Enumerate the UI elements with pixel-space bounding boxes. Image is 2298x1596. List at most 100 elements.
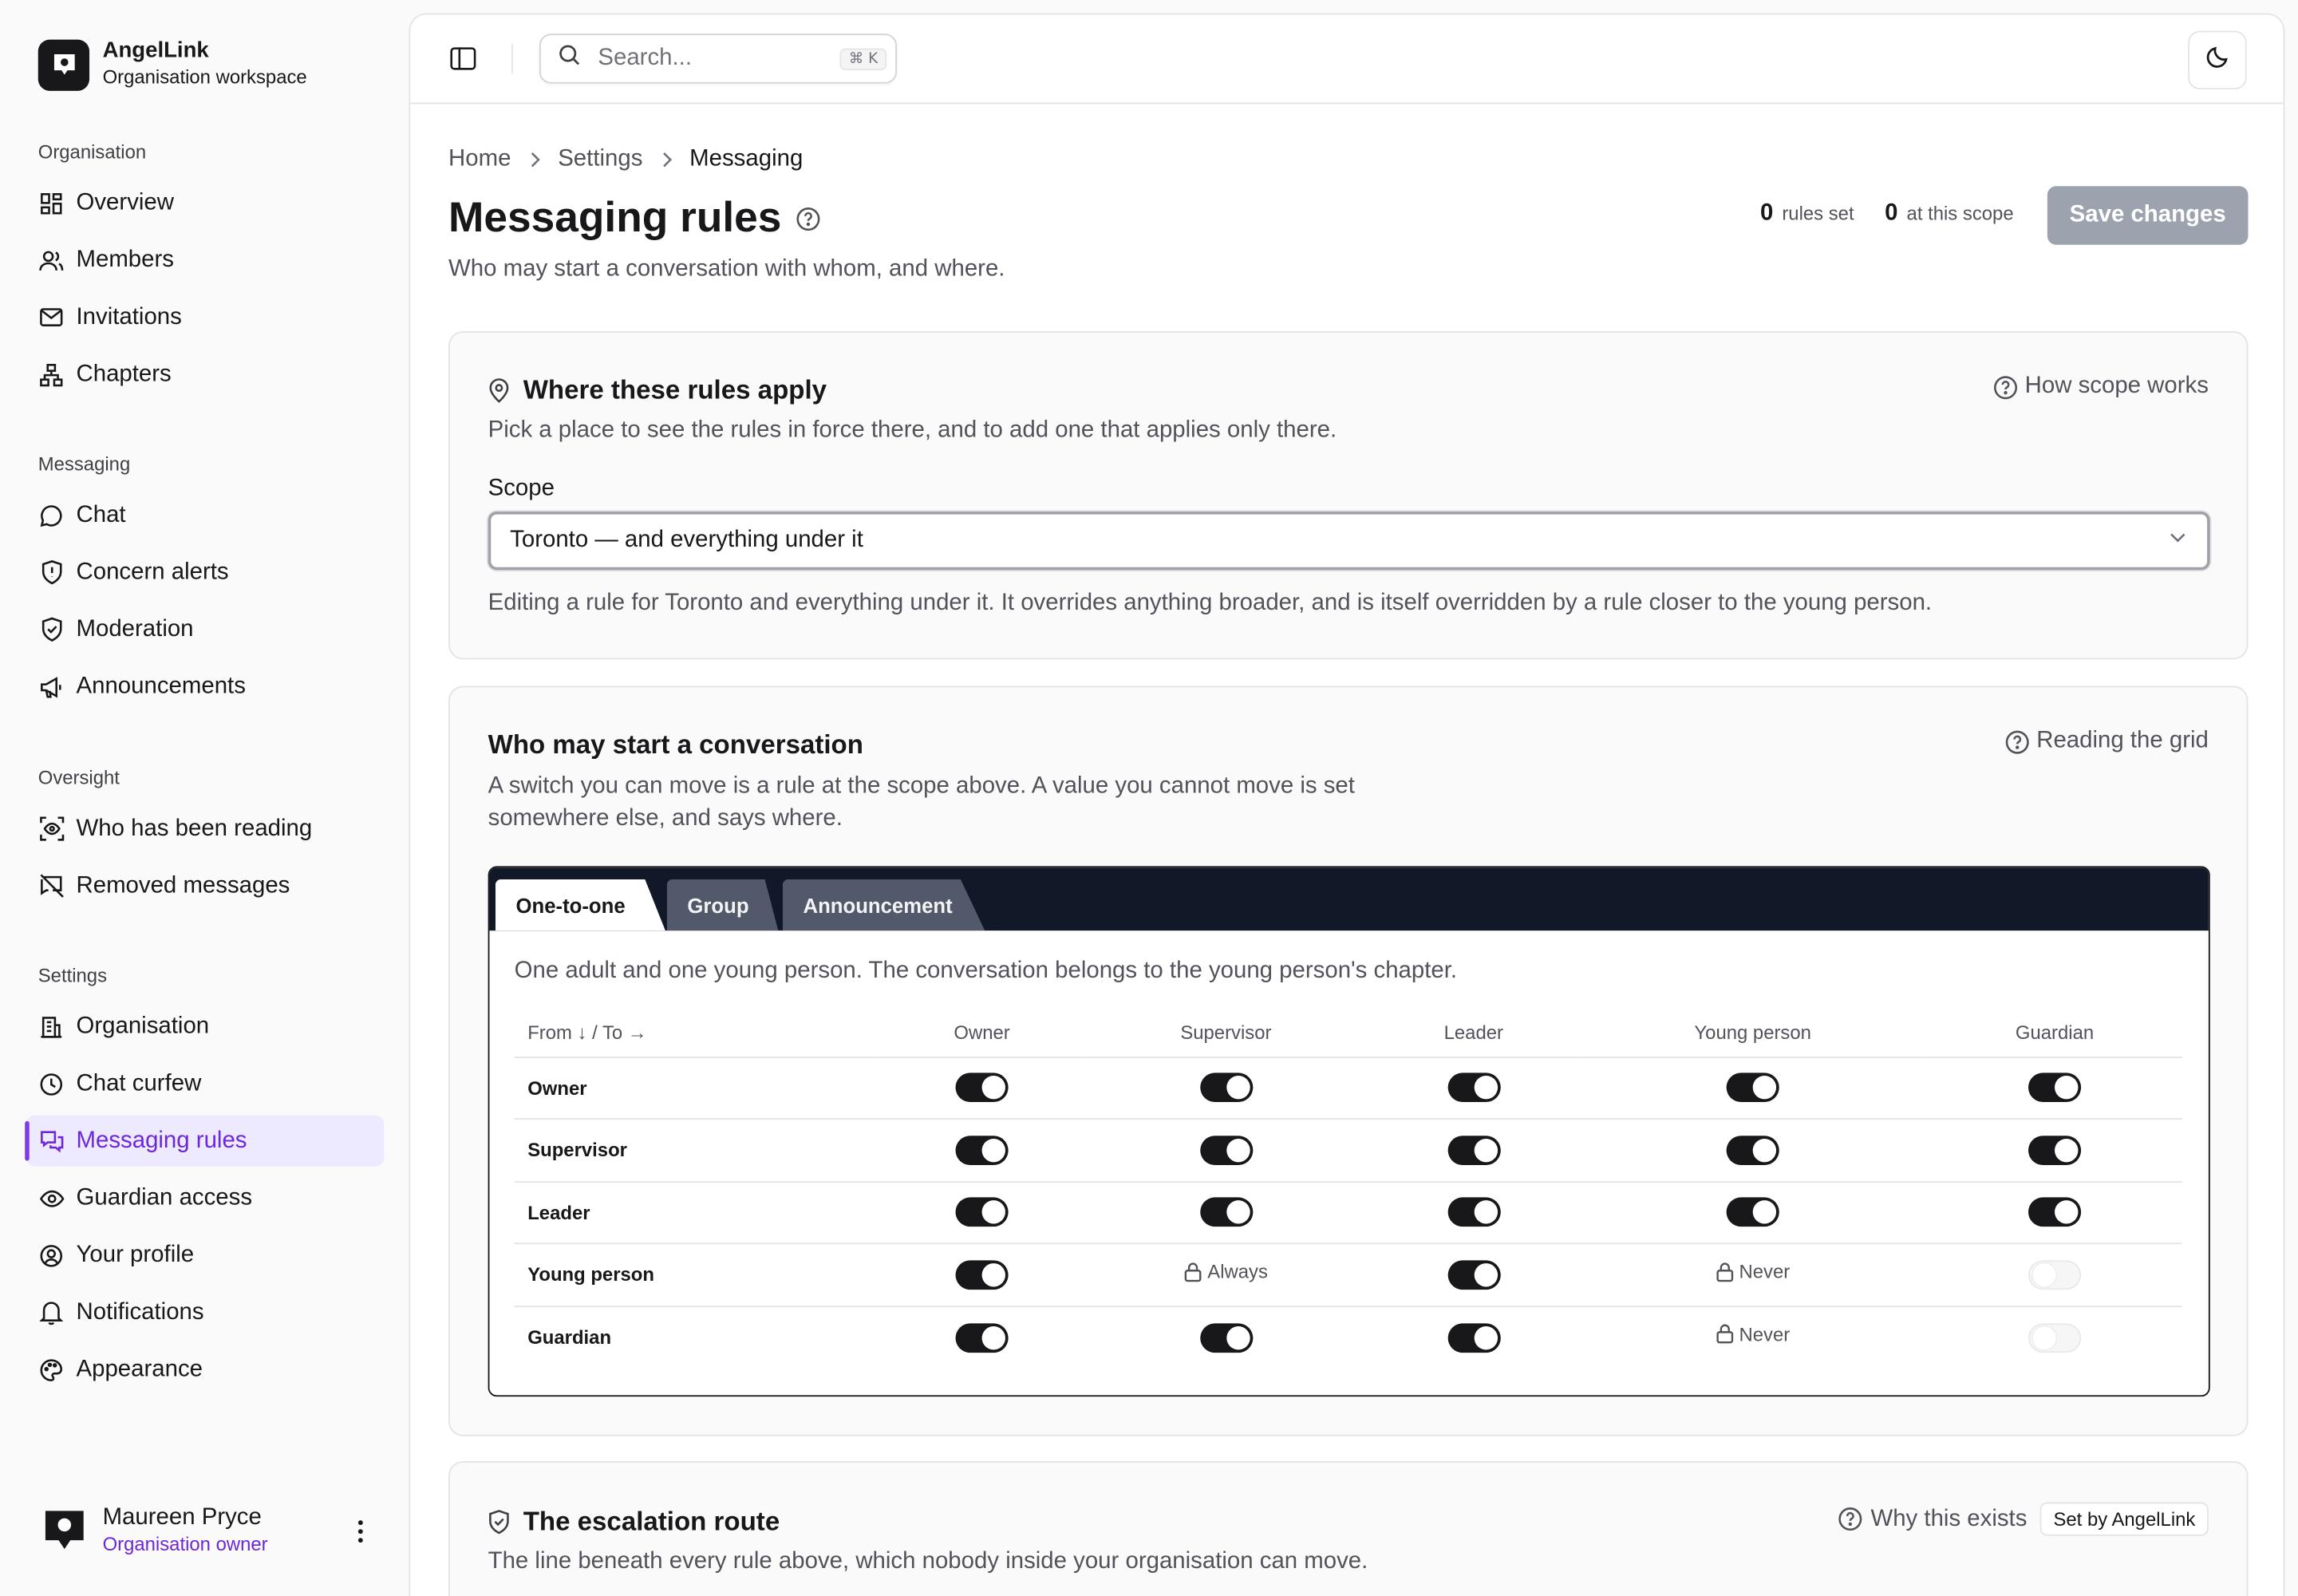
sidebar-item-notifications[interactable]: Notifications: [26, 1286, 384, 1337]
sidebar-item-who-has-been-reading[interactable]: Who has been reading: [26, 803, 384, 854]
locked-value-text: Never: [1739, 1322, 1791, 1345]
toggle-switch-on[interactable]: [955, 1135, 1009, 1165]
sidebar-item-removed-messages[interactable]: Removed messages: [26, 860, 384, 911]
locked-value: Never: [1716, 1260, 1790, 1282]
grid-row: Guardian Never: [515, 1306, 2182, 1368]
toggle-switch-on[interactable]: [1447, 1135, 1500, 1165]
toggle-switch-on[interactable]: [1726, 1073, 1779, 1103]
sidebar-item-organisation[interactable]: Organisation: [26, 1001, 384, 1052]
save-changes-button[interactable]: Save changes: [2047, 186, 2249, 245]
sidebar-item-chat[interactable]: Chat: [26, 489, 384, 540]
brand-name: AngelLink: [102, 38, 209, 63]
reading-the-grid-label: Reading the grid: [2036, 728, 2209, 753]
toggle-switch-on[interactable]: [1199, 1135, 1253, 1165]
search-input[interactable]: Search... ⌘ K: [539, 34, 898, 84]
toggle-switch-on[interactable]: [955, 1073, 1009, 1103]
toggle-switch-on[interactable]: [1199, 1073, 1253, 1103]
toggle-switch-on[interactable]: [1447, 1322, 1500, 1353]
breadcrumb: Home Settings Messaging: [448, 145, 803, 175]
sidebar-item-moderation[interactable]: Moderation: [26, 604, 384, 655]
toggle-switch-on[interactable]: [2028, 1135, 2082, 1165]
grid-row-label: Guardian: [527, 1326, 612, 1349]
help-circle-icon[interactable]: [796, 206, 821, 231]
toggle-switch-on[interactable]: [1447, 1073, 1500, 1103]
toggle-switch-on[interactable]: [1726, 1135, 1779, 1165]
building-icon: [38, 1013, 65, 1040]
conversation-grid: One-to-one Group Announcement One adult …: [488, 866, 2210, 1397]
grid-cell: Always: [1083, 1243, 1369, 1307]
sidebar-item-announcements[interactable]: Announcements: [26, 661, 384, 712]
sidebar-item-guardian-access[interactable]: Guardian access: [26, 1172, 384, 1223]
sidebar-item-chat-curfew[interactable]: Chat curfew: [26, 1058, 384, 1109]
grid-column-header: Young person: [1578, 1008, 1928, 1058]
nav-heading: Settings: [38, 964, 108, 986]
tab-announcement[interactable]: Announcement: [782, 879, 985, 931]
toggle-switch-on[interactable]: [1199, 1197, 1253, 1227]
sidebar-item-label: Notifications: [76, 1299, 204, 1325]
toggle-switch-on[interactable]: [955, 1259, 1009, 1290]
grid-column-header: Leader: [1368, 1008, 1579, 1058]
locked-value: Never: [1716, 1323, 1790, 1345]
toggle-switch-on[interactable]: [2028, 1197, 2082, 1227]
sidebar-item-invitations[interactable]: Invitations: [26, 291, 384, 342]
tab-one-to-one[interactable]: One-to-one: [495, 879, 665, 931]
page-title: Messaging rules: [448, 193, 821, 243]
sidebar-toggle-icon[interactable]: [448, 44, 478, 73]
user-role: Organisation owner: [102, 1532, 268, 1555]
rules-set-label: rules set: [1782, 202, 1854, 224]
toggle-switch-on[interactable]: [1447, 1259, 1500, 1290]
theme-toggle-button[interactable]: [2188, 30, 2247, 90]
sidebar-item-label: Removed messages: [76, 872, 290, 898]
scope-card-title: Where these rules apply: [488, 375, 827, 406]
sidebar-item-label: Overview: [76, 189, 174, 215]
grid-cell: [1083, 1119, 1369, 1183]
sidebar-item-overview[interactable]: Overview: [26, 177, 384, 228]
toggle-switch-on[interactable]: [2028, 1073, 2082, 1103]
grid-cell: Never: [1578, 1306, 1927, 1368]
grid-cell: [1927, 1181, 2182, 1245]
main-panel: Search... ⌘ K Home Settings Messaging Me…: [409, 13, 2285, 1596]
shield-check-icon: [488, 1510, 511, 1535]
grid-card-description: A switch you can move is a rule at the s…: [488, 773, 1355, 832]
sidebar-item-label: Chapters: [76, 361, 172, 386]
toggle-switch-on[interactable]: [1447, 1197, 1500, 1227]
sidebar-item-members[interactable]: Members: [26, 235, 384, 286]
brand[interactable]: AngelLink Organisation workspace: [38, 38, 307, 91]
toggle-switch-on[interactable]: [1199, 1322, 1253, 1353]
sidebar-item-appearance[interactable]: Appearance: [26, 1344, 384, 1395]
sidebar-item-your-profile[interactable]: Your profile: [26, 1230, 384, 1281]
toggle-switch-on[interactable]: [955, 1322, 1009, 1353]
grid-cell: [1368, 1057, 1579, 1120]
grid-cell: [1578, 1181, 1928, 1245]
toggle-switch-on[interactable]: [1726, 1197, 1779, 1227]
scope-note: Editing a rule for Toronto and everythin…: [488, 591, 1933, 616]
grid-icon: [38, 190, 65, 216]
toggle-switch-on[interactable]: [955, 1197, 1009, 1227]
more-vertical-icon[interactable]: [345, 1516, 375, 1546]
grid-row: Young person Always Never: [514, 1243, 2182, 1307]
grid-row: Owner: [514, 1057, 2182, 1120]
conversation-grid-card: Who may start a conversation Reading the…: [448, 685, 2249, 1436]
sidebar-item-concern-alerts[interactable]: Concern alerts: [26, 547, 384, 598]
sidebar-item-label: Concern alerts: [76, 559, 229, 584]
escalation-card: The escalation route Why this exists Set…: [448, 1460, 2249, 1596]
messages-icon: [38, 1128, 65, 1154]
sidebar-item-chapters[interactable]: Chapters: [26, 349, 384, 400]
reading-the-grid-link[interactable]: Reading the grid: [2004, 729, 2209, 755]
escalation-card-description: The line beneath every rule above, which…: [488, 1549, 1368, 1574]
toggle-switch-off: [2028, 1322, 2082, 1353]
users-icon: [38, 247, 65, 273]
breadcrumb-settings[interactable]: Settings: [558, 147, 642, 173]
page-title-text: Messaging rules: [448, 194, 782, 242]
grid-cell: [1578, 1057, 1928, 1120]
sidebar-item-label: Organisation: [76, 1013, 210, 1039]
sidebar-item-label: Appearance: [76, 1356, 203, 1381]
why-this-exists-link[interactable]: Why this exists Set by AngelLink: [1838, 1502, 2209, 1536]
sidebar-item-messaging-rules[interactable]: Messaging rules: [25, 1115, 385, 1167]
breadcrumb-home[interactable]: Home: [448, 147, 511, 173]
nav-section-oversight: Oversight Who has been reading Removed m…: [26, 764, 384, 918]
user-account[interactable]: Maureen Pryce Organisation owner: [38, 1503, 375, 1558]
how-scope-works-link[interactable]: How scope works: [1992, 373, 2209, 400]
scope-select[interactable]: Toronto — and everything under it: [488, 511, 2210, 571]
tab-group[interactable]: Group: [666, 879, 779, 931]
